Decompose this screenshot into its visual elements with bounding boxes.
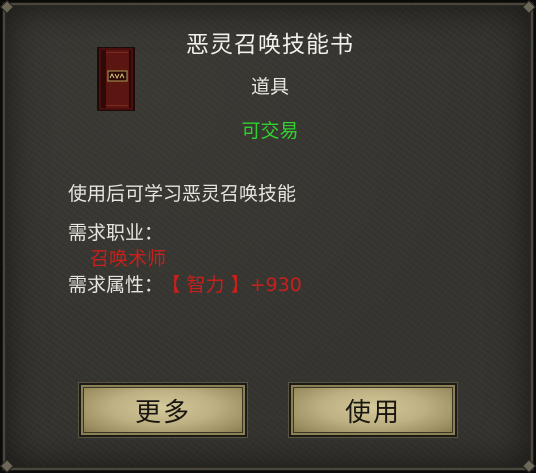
panel-corner-ornament	[0, 458, 15, 473]
item-description: 使用后可学习恶灵召唤技能	[68, 183, 297, 205]
required-attribute-row: 需求属性： 【 智力 】+930	[68, 270, 302, 297]
use-button[interactable]: 使用	[289, 383, 457, 437]
required-attribute-value: 【 智力 】+930	[171, 274, 302, 296]
item-type-label: 道具	[250, 76, 289, 98]
required-class-label: 需求职业：	[68, 222, 164, 244]
item-title: 恶灵召唤技能书	[186, 32, 354, 58]
panel-corner-ornament	[521, 0, 536, 15]
panel-corner-ornament	[521, 458, 536, 473]
more-button[interactable]: 更多	[79, 383, 247, 437]
required-attribute-label: 需求属性：	[68, 274, 164, 296]
item-tooltip-panel: 恶灵召唤技能书 道具 可交易 使用后可学习恶灵召唤技能 需求职业： 召唤术师 需…	[0, 0, 536, 473]
tradable-status: 可交易	[241, 120, 299, 142]
panel-corner-ornament	[0, 0, 15, 15]
required-class-value: 召唤术师	[90, 248, 167, 270]
